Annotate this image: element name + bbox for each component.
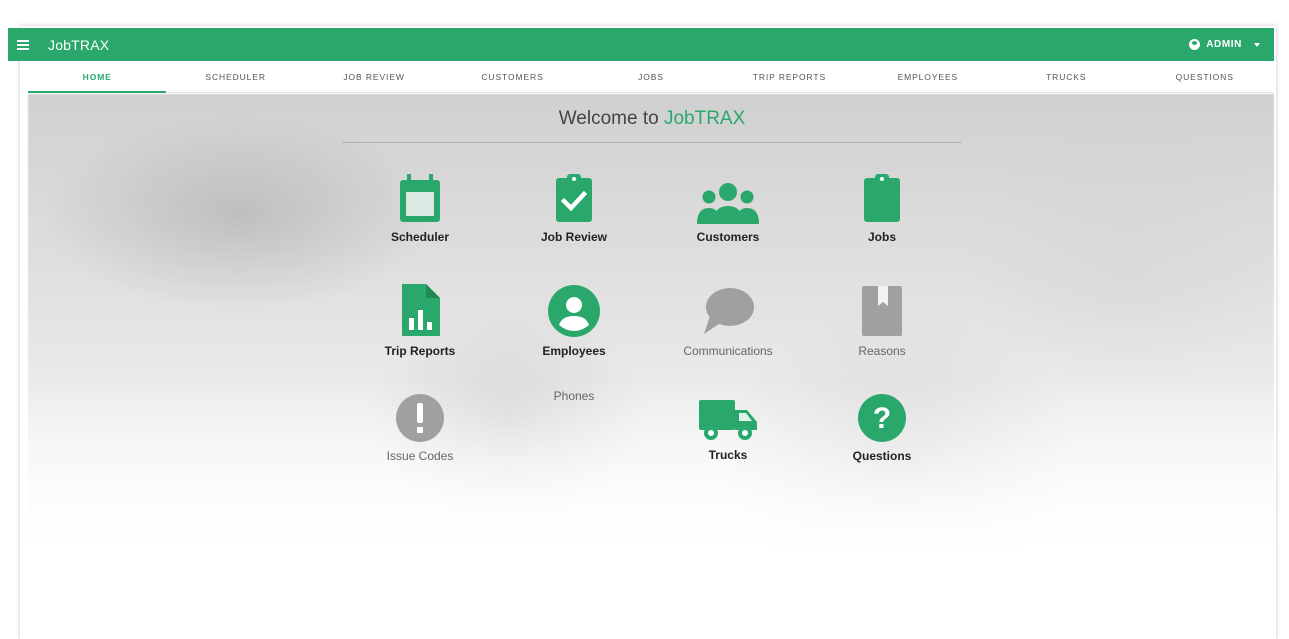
tile-phones[interactable]: Phones xyxy=(514,383,634,403)
tab-questions[interactable]: QUESTIONS xyxy=(1136,62,1274,92)
tile-label: Employees xyxy=(542,344,606,358)
account-icon xyxy=(1189,39,1201,50)
nav-tabs: HOME SCHEDULER JOB REVIEW CUSTOMERS JOBS… xyxy=(28,62,1274,93)
tab-scheduler[interactable]: SCHEDULER xyxy=(166,62,304,92)
tile-label: Job Review xyxy=(540,230,608,244)
tab-customers[interactable]: CUSTOMERS xyxy=(443,62,581,92)
tile-communications[interactable]: Communications xyxy=(668,286,788,358)
tile-scheduler[interactable]: Scheduler xyxy=(360,172,480,244)
tile-label: Trip Reports xyxy=(384,344,456,358)
chat-bubble-icon xyxy=(704,288,754,334)
tile-label: Questions xyxy=(852,449,912,463)
tile-trip-reports[interactable]: Trip Reports xyxy=(360,282,480,358)
tile-label: Customers xyxy=(696,230,760,244)
welcome-prefix: Welcome to xyxy=(558,108,664,129)
tile-jobs[interactable]: Jobs xyxy=(822,172,942,244)
tile-label: Jobs xyxy=(867,230,896,244)
tab-home[interactable]: HOME xyxy=(28,62,167,93)
question-circle-icon: ? xyxy=(858,394,906,442)
tile-issue-codes[interactable]: Issue Codes xyxy=(360,393,480,463)
calendar-icon xyxy=(400,174,440,222)
tile-questions[interactable]: ? Questions xyxy=(822,393,942,463)
report-chart-icon xyxy=(402,284,440,336)
alert-circle-icon xyxy=(396,394,444,442)
tab-employees[interactable]: EMPLOYEES xyxy=(859,62,997,92)
clipboard-check-icon xyxy=(556,174,592,222)
tile-label: Scheduler xyxy=(390,230,450,244)
tab-trip-reports[interactable]: TRIP REPORTS xyxy=(720,62,858,92)
truck-icon xyxy=(699,400,757,440)
bookmark-book-icon xyxy=(862,286,902,336)
tile-trucks[interactable]: Trucks xyxy=(668,398,788,462)
tile-label: Reasons xyxy=(858,344,906,358)
tile-label: Issue Codes xyxy=(386,449,454,463)
welcome-brand: JobTRAX xyxy=(663,108,746,129)
tab-trucks[interactable]: TRUCKS xyxy=(997,62,1135,92)
tab-job-review[interactable]: JOB REVIEW xyxy=(305,62,443,92)
svg-text:?: ? xyxy=(873,402,891,435)
users-icon xyxy=(697,183,759,224)
account-circle-icon xyxy=(548,285,600,337)
tile-job-review[interactable]: Job Review xyxy=(514,172,634,244)
tile-customers[interactable]: Customers xyxy=(668,182,788,244)
app-bar: JobTRAX ADMIN xyxy=(8,28,1274,61)
title-divider xyxy=(342,142,962,143)
user-label: ADMIN xyxy=(1206,39,1242,50)
tile-employees[interactable]: Employees xyxy=(514,284,634,358)
caret-down-icon xyxy=(1254,42,1260,47)
tile-label: Trucks xyxy=(708,448,748,462)
background-fade xyxy=(28,380,1274,580)
tile-label: Phones xyxy=(553,389,595,403)
hamburger-menu-icon[interactable] xyxy=(8,28,38,61)
clipboard-icon xyxy=(864,174,900,222)
page-title: Welcome to JobTRAX xyxy=(342,108,962,130)
tab-jobs[interactable]: JOBS xyxy=(582,62,720,92)
app-title: JobTRAX xyxy=(48,36,110,53)
tile-label: Communications xyxy=(683,344,773,358)
user-menu-button[interactable]: ADMIN xyxy=(1189,39,1260,50)
tile-reasons[interactable]: Reasons xyxy=(822,284,942,358)
